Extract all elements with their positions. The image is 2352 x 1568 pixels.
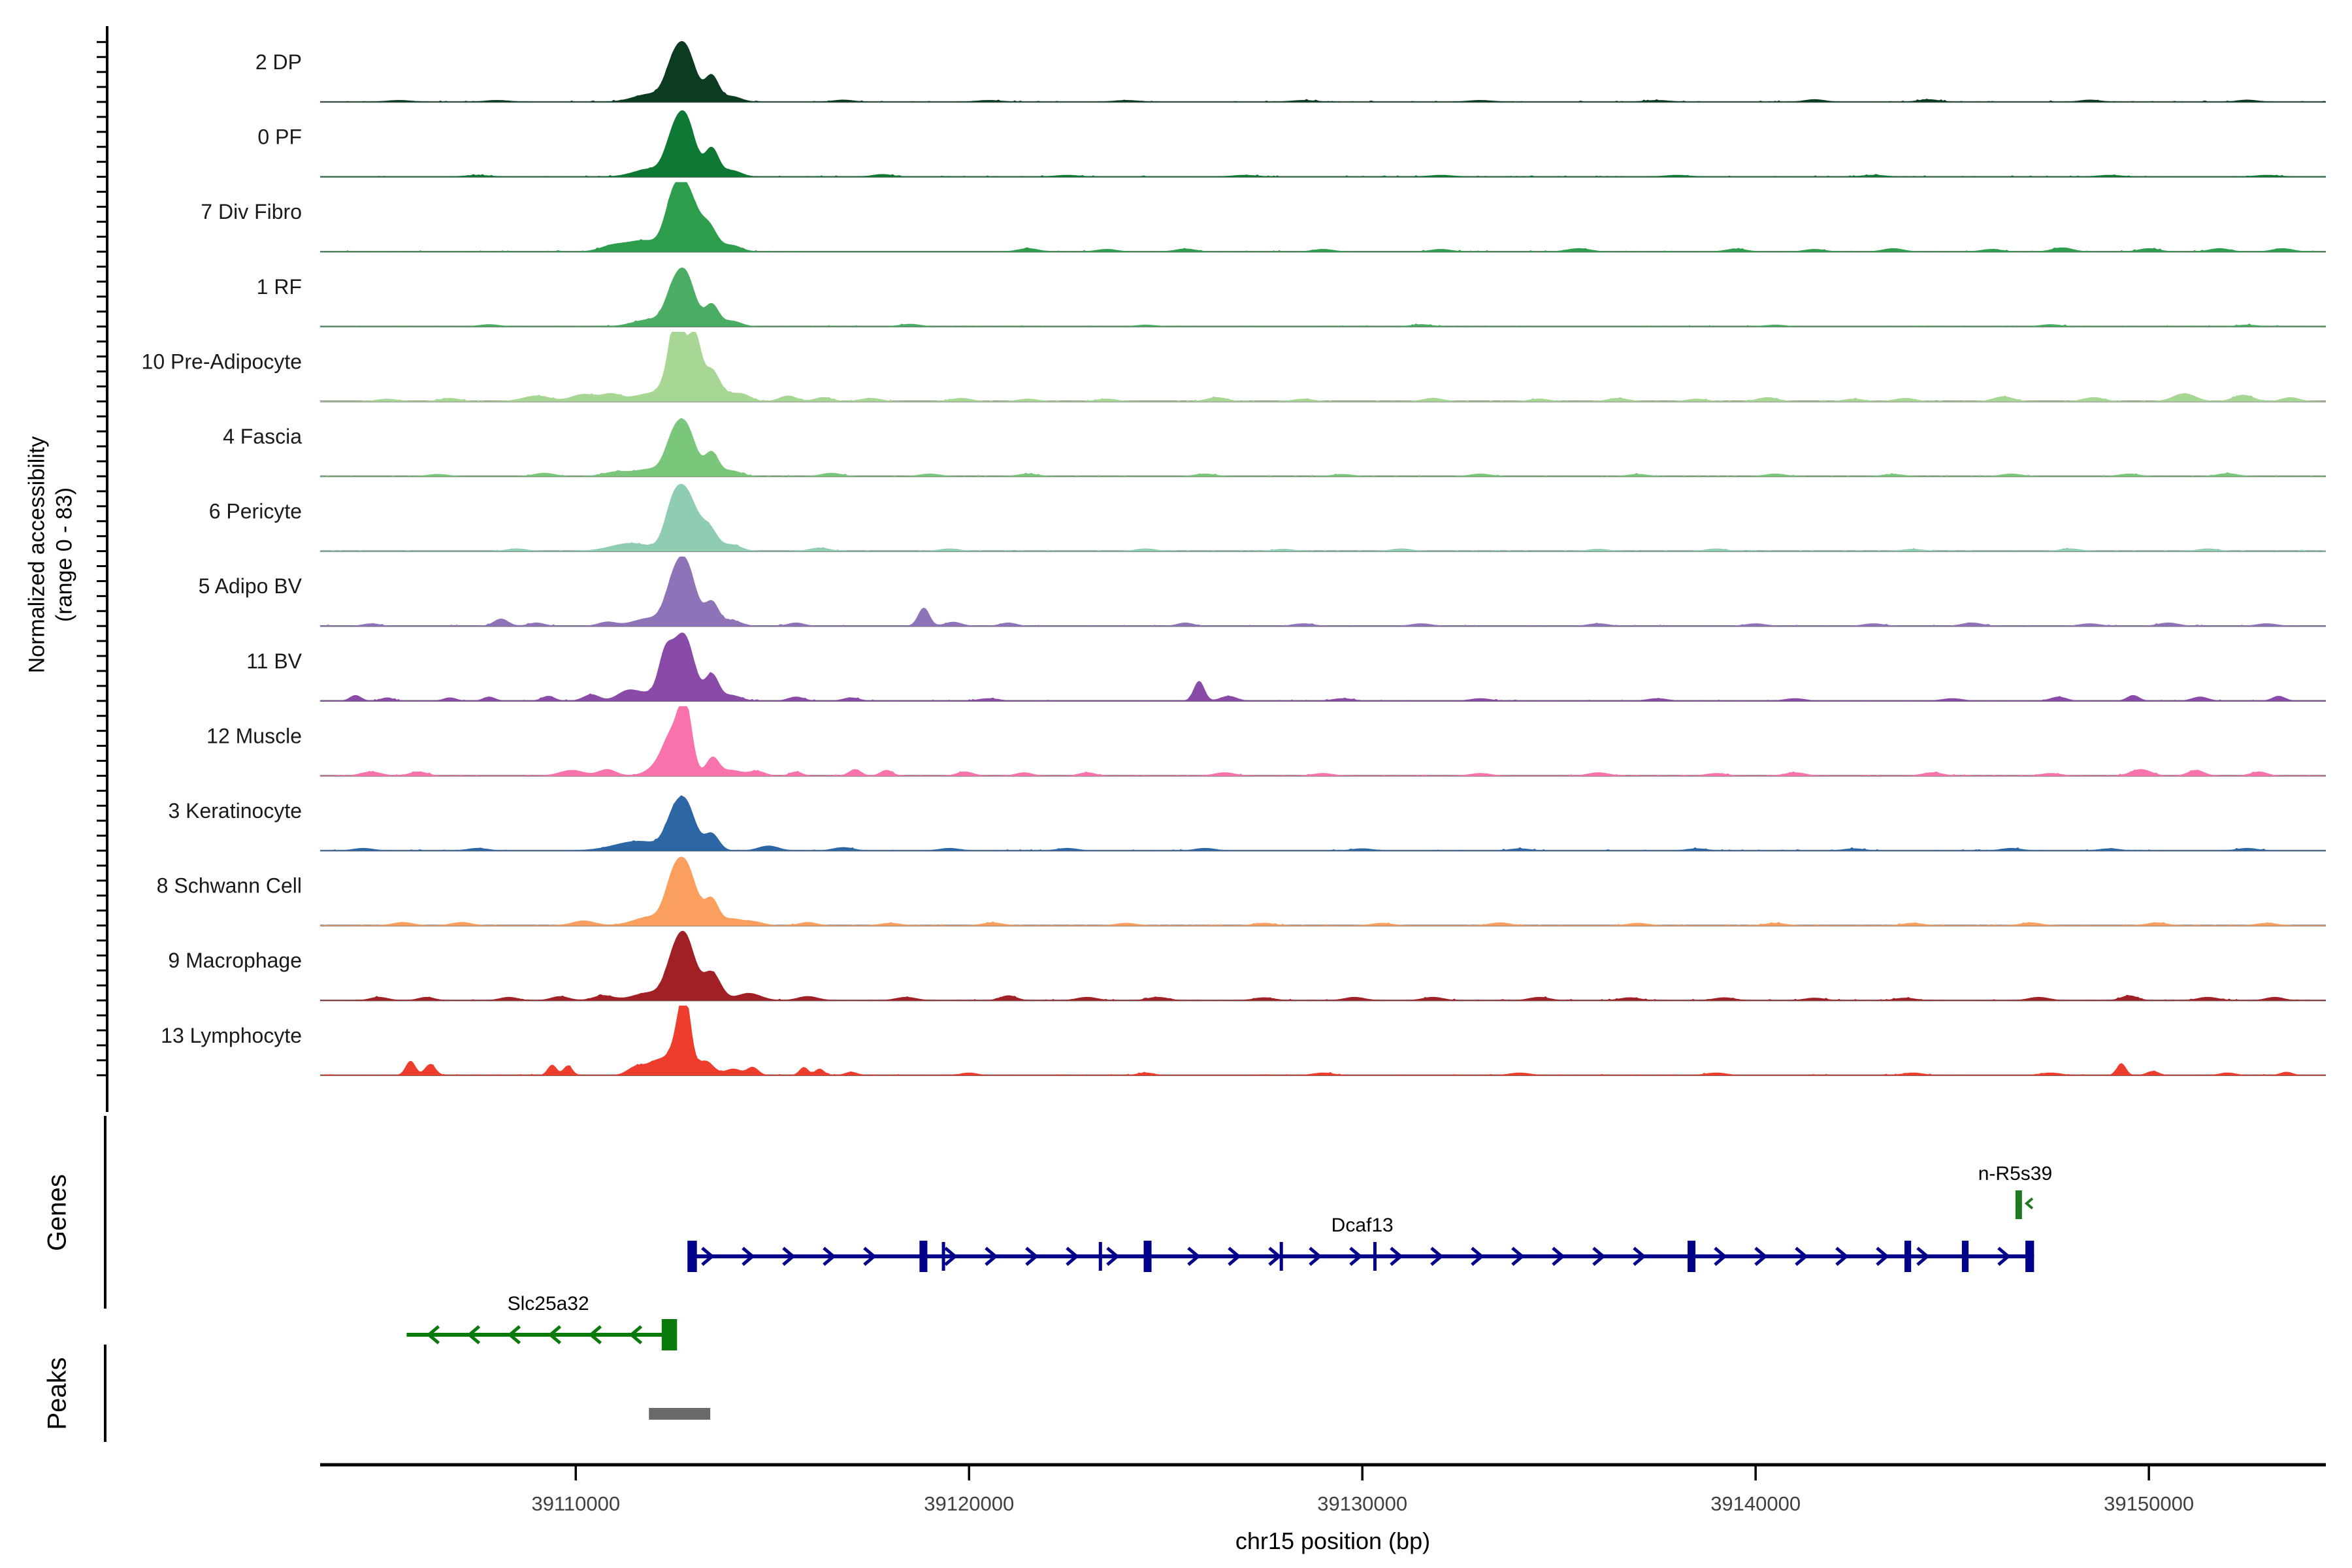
y-axis-title-line1: Normalized accessibility bbox=[24, 436, 50, 674]
track-label-0-pf: 0 PF bbox=[257, 125, 302, 149]
x-axis-tick-label: 39110000 bbox=[531, 1492, 620, 1515]
track-label-2-dp: 2 DP bbox=[255, 50, 302, 74]
genes-section-label: Genes bbox=[42, 1174, 72, 1251]
track-profile-6-pericyte bbox=[320, 483, 2327, 552]
gene-dcaf13-exon bbox=[1143, 1241, 1152, 1272]
track-label-7-div-fibro: 7 Div Fibro bbox=[201, 200, 302, 223]
gene-n-r5s39-body bbox=[2015, 1190, 2022, 1219]
track-profile-9-macrophage bbox=[320, 930, 2326, 1001]
genome-browser-canvas: 2 DP 0 PF 7 Div Fibro 1 RF 10 Pre-Adipocyte 4… bbox=[97, 26, 2327, 1515]
track-profile-0-pf bbox=[320, 110, 2327, 178]
track-label-9-macrophage: 9 Macrophage bbox=[168, 949, 302, 972]
track-label-4-fascia: 4 Fascia bbox=[223, 425, 302, 448]
gene-dcaf13-exon-thin bbox=[1098, 1242, 1102, 1271]
gene-dcaf13-exon bbox=[2025, 1241, 2034, 1272]
x-axis-tick-label: 39130000 bbox=[1317, 1492, 1407, 1515]
gene-dcaf13-name-label: Dcaf13 bbox=[1331, 1215, 1394, 1236]
x-axis-tick-label: 39120000 bbox=[924, 1492, 1014, 1515]
track-profile-13-lymphocyte bbox=[320, 1005, 2327, 1076]
gene-slc25a32-name-label: Slc25a32 bbox=[508, 1293, 589, 1315]
track-profile-7-div-fibro bbox=[320, 182, 2326, 252]
gene-dcaf13-exon bbox=[1961, 1241, 1969, 1272]
gene-dcaf13-exon bbox=[919, 1241, 928, 1272]
track-profile-10-pre-adipocyte bbox=[320, 331, 2326, 402]
track-label-5-adipo-bv: 5 Adipo BV bbox=[199, 574, 302, 598]
peak-region-bar bbox=[649, 1408, 711, 1420]
track-label-6-pericyte: 6 Pericyte bbox=[209, 500, 302, 523]
track-profile-8-schwann-cell bbox=[320, 857, 2326, 926]
track-profile-11-bv bbox=[320, 632, 2326, 702]
gene-dcaf13-exon bbox=[1688, 1241, 1696, 1272]
track-profile-5-adipo-bv bbox=[320, 556, 2327, 627]
y-axis-title-line2: (range 0 - 83) bbox=[52, 487, 77, 622]
gene-dcaf13-exon-thin bbox=[1279, 1242, 1283, 1271]
gene-dcaf13-exon-thin bbox=[941, 1242, 945, 1271]
gene-dcaf13-exon bbox=[687, 1241, 697, 1272]
track-profile-2-dp bbox=[320, 41, 2327, 103]
gene-dcaf13-exon bbox=[1904, 1241, 1912, 1272]
track-label-11-bv: 11 BV bbox=[246, 649, 302, 673]
peaks-section-label: Peaks bbox=[42, 1357, 72, 1430]
gene-slc25a32-exon bbox=[661, 1319, 678, 1350]
gene-n-r5s39-name-label: n-R5s39 bbox=[1978, 1163, 2052, 1184]
x-axis-tick-label: 39140000 bbox=[1710, 1492, 1801, 1515]
track-label-1-rf: 1 RF bbox=[257, 275, 302, 299]
x-axis-title: chr15 position (bp) bbox=[1235, 1527, 1431, 1554]
track-label-12-muscle: 12 Muscle bbox=[206, 724, 302, 747]
x-axis-tick-label: 39150000 bbox=[2104, 1492, 2194, 1515]
track-profile-3-keratinocyte bbox=[320, 795, 2327, 851]
track-label-3-keratinocyte: 3 Keratinocyte bbox=[168, 799, 302, 823]
track-label-13-lymphocyte: 13 Lymphocyte bbox=[161, 1024, 302, 1047]
track-profile-1-rf bbox=[320, 267, 2326, 327]
track-label-8-schwann-cell: 8 Schwann Cell bbox=[157, 874, 302, 898]
track-profile-4-fascia bbox=[320, 417, 2326, 477]
genome-browser-figure: 2 DP 0 PF 7 Div Fibro 1 RF 10 Pre-Adipocyte 4… bbox=[0, 0, 2352, 1568]
gene-n-r5s39-strand-arrow bbox=[2024, 1197, 2034, 1210]
track-label-10-pre-adipocyte: 10 Pre-Adipocyte bbox=[142, 350, 302, 373]
track-profile-12-muscle bbox=[320, 706, 2326, 776]
gene-dcaf13-exon-thin bbox=[1373, 1242, 1377, 1271]
